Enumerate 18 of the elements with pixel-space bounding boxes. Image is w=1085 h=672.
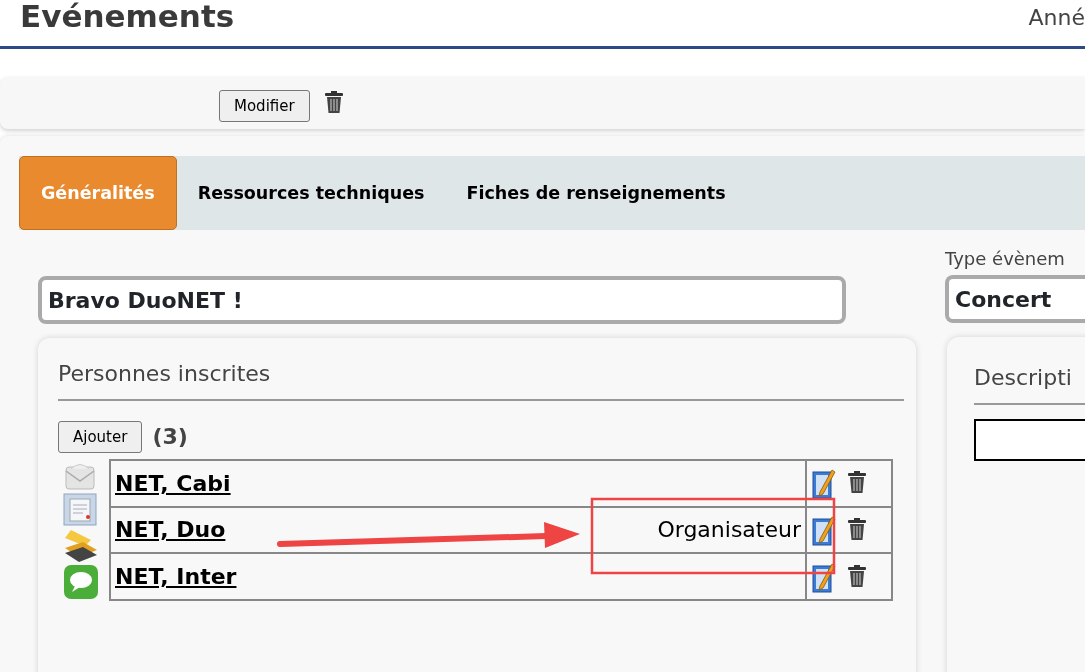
person-link[interactable]: NET, Inter xyxy=(115,564,237,590)
role-label: Organisateur xyxy=(657,516,801,545)
modify-button[interactable]: Modifier xyxy=(219,90,310,122)
tab[interactable]: Fiches de renseignements xyxy=(445,156,747,230)
field-label: Type évènem xyxy=(945,249,1066,269)
trash-icon[interactable] xyxy=(845,517,869,543)
event-name-field[interactable]: Bravo DuoNET ! xyxy=(38,276,846,324)
count-label: (3) xyxy=(152,423,188,451)
page-title: Evénements xyxy=(20,0,235,33)
year-label: Anné xyxy=(1028,4,1085,32)
add-button[interactable]: Ajouter xyxy=(58,420,143,453)
trash-icon[interactable] xyxy=(845,563,869,590)
person-link[interactable]: NET, Duo xyxy=(115,517,226,543)
section-heading: Personnes inscrites xyxy=(58,360,904,401)
event-type-field[interactable]: Concert xyxy=(945,275,1085,323)
person-link[interactable]: NET, Cabi xyxy=(115,470,231,496)
section-heading: Descripti xyxy=(974,364,1085,405)
tab[interactable]: Ressources techniques xyxy=(176,156,446,230)
